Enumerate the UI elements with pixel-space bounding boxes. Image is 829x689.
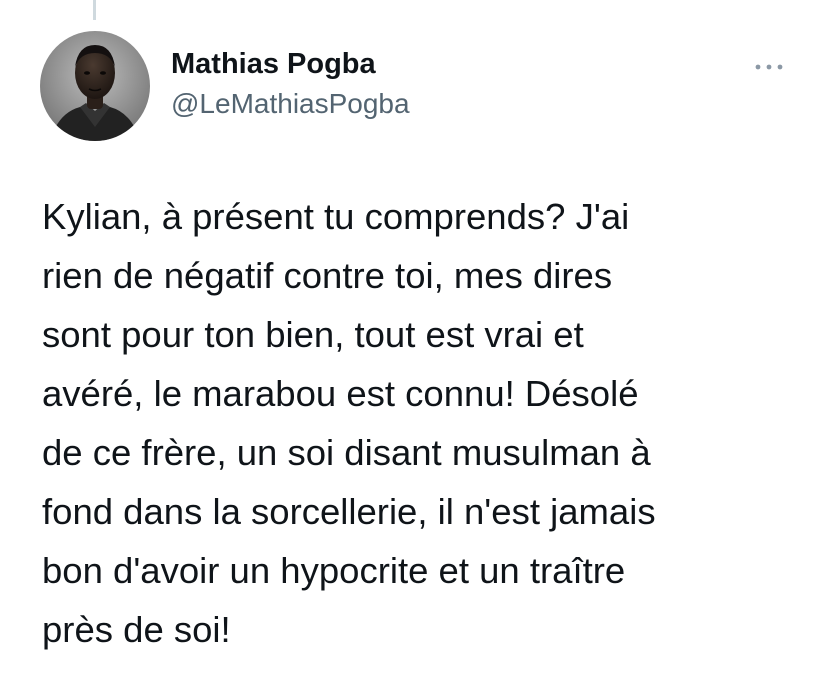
tweet-text: Kylian, à présent tu comprends? J'ai rie… [42, 187, 812, 659]
thread-connector-line [93, 0, 96, 20]
author-display-name[interactable]: Mathias Pogba [171, 48, 376, 81]
tweet-text-line: rien de négatif contre toi, mes dires [42, 255, 613, 296]
tweet-text-line: avéré, le marabou est connu! Désolé [42, 373, 639, 414]
tweet-text-line: près de soi! [42, 609, 231, 650]
avatar[interactable] [40, 31, 150, 141]
tweet-text-line: de ce frère, un soi disant musulman à [42, 432, 651, 473]
tweet-text-line: Kylian, à présent tu comprends? J'ai [42, 196, 630, 237]
tweet-text-line: sont pour ton bien, tout est vrai et [42, 314, 584, 355]
tweet-text-line: bon d'avoir un hypocrite et un traître [42, 550, 626, 591]
author-handle[interactable]: @LeMathiasPogba [171, 88, 410, 120]
more-options-button[interactable] [744, 50, 794, 84]
tweet-text-line: fond dans la sorcellerie, il n'est jamai… [42, 491, 656, 532]
more-horizontal-icon [755, 64, 783, 70]
user-avatar-icon [40, 31, 150, 141]
